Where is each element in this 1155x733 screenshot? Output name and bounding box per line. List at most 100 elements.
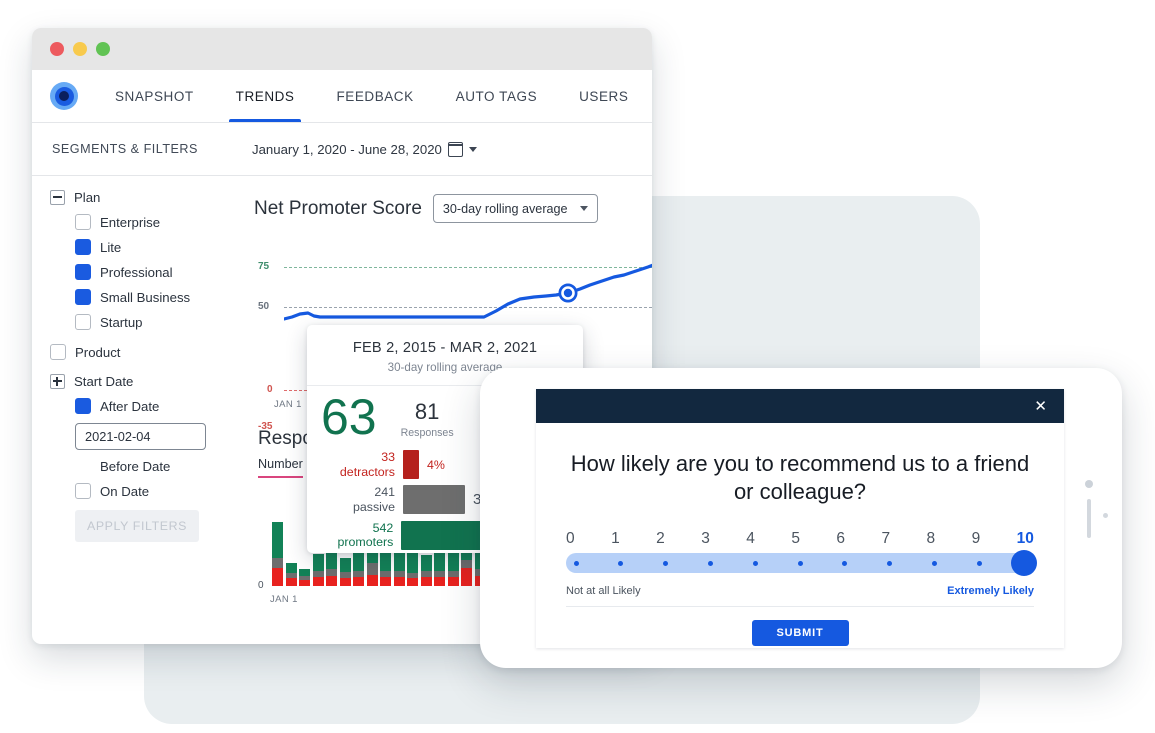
- filter-option-on-date[interactable]: On Date: [75, 483, 246, 499]
- scale-pip-5[interactable]: [797, 560, 803, 566]
- checkbox-lite[interactable]: [75, 239, 91, 255]
- response-bar: [312, 554, 324, 586]
- tooltip-promoters-label: 542 promoters: [321, 521, 394, 550]
- scale-number-9[interactable]: 9: [972, 530, 981, 548]
- scale-number-3[interactable]: 3: [701, 530, 710, 548]
- bar-segment-det: [353, 577, 364, 586]
- speaker-icon: [1087, 499, 1091, 538]
- filter-option-on-date-label: On Date: [100, 483, 150, 499]
- bar-segment-det: [312, 577, 324, 586]
- checkbox-enterprise[interactable]: [75, 214, 91, 230]
- survey-scale-track[interactable]: [566, 550, 1037, 577]
- tab-feedback[interactable]: FEEDBACK: [315, 70, 434, 122]
- segments-filters-title: SEGMENTS & FILTERS: [52, 142, 198, 156]
- bar-segment-pas: [366, 563, 378, 575]
- maximize-window-button[interactable]: [96, 42, 110, 56]
- checkbox-professional[interactable]: [75, 264, 91, 280]
- tooltip-responses-value: 81: [414, 399, 440, 424]
- tab-feedback-label: FEEDBACK: [336, 88, 414, 104]
- responses-chart-subtitle: Number: [258, 457, 303, 478]
- scale-pip-6[interactable]: [842, 560, 848, 566]
- filter-option-enterprise[interactable]: Enterprise: [75, 214, 246, 230]
- tooltip-detractors-name: detractors: [339, 464, 395, 479]
- scale-pip-1[interactable]: [618, 560, 624, 566]
- apply-filters-button[interactable]: APPLY FILTERS: [75, 510, 199, 542]
- scale-pip-7[interactable]: [887, 560, 893, 566]
- checkbox-startup[interactable]: [75, 314, 91, 330]
- start-date-input[interactable]: 2021-02-04: [75, 423, 206, 450]
- checkbox-small-business[interactable]: [75, 289, 91, 305]
- bar-segment-det: [447, 577, 459, 586]
- scale-pip-2[interactable]: [663, 560, 669, 566]
- close-window-button[interactable]: [50, 42, 64, 56]
- tab-trends[interactable]: TRENDS: [215, 70, 316, 122]
- rolling-average-select[interactable]: 30-day rolling average: [432, 194, 598, 223]
- tab-auto-tags[interactable]: AUTO TAGS: [435, 70, 558, 122]
- survey-scale-numbers: 0 1 2 3 4 5 6 7 8 9 10: [566, 530, 1034, 548]
- tab-snapshot-label: SNAPSHOT: [115, 88, 194, 104]
- tab-snapshot[interactable]: SNAPSHOT: [94, 70, 215, 122]
- filter-option-lite-label: Lite: [100, 239, 122, 255]
- expand-plus-icon[interactable]: [50, 374, 65, 389]
- filter-option-professional[interactable]: Professional: [75, 264, 246, 280]
- bar-segment-det: [366, 575, 378, 586]
- checkbox-after-date[interactable]: [75, 398, 91, 414]
- response-bar: [272, 522, 283, 586]
- scale-pip-8[interactable]: [931, 560, 937, 566]
- bar-segment-pas: [326, 569, 337, 576]
- filter-option-after-date[interactable]: After Date: [75, 398, 246, 414]
- scale-pip-9[interactable]: [976, 560, 982, 566]
- tooltip-detractors-count: 33: [381, 450, 395, 464]
- nps-chart-title: Net Promoter Score: [254, 197, 422, 219]
- scale-selected-knob[interactable]: [1011, 550, 1037, 577]
- submit-button[interactable]: SUBMIT: [751, 620, 849, 647]
- scale-number-8[interactable]: 8: [927, 530, 936, 548]
- checkbox-product[interactable]: [50, 344, 66, 360]
- filter-group-start-date-label: Start Date: [74, 374, 134, 389]
- filter-group-start-date[interactable]: Start Date: [50, 374, 246, 389]
- scale-pip-0[interactable]: [573, 560, 579, 566]
- bar-segment-det: [393, 577, 405, 586]
- scale-pip-4[interactable]: [752, 560, 758, 566]
- response-bar: [353, 553, 364, 586]
- tooltip-detractors-bar: [403, 450, 419, 480]
- nps-chart-header: Net Promoter Score 30-day rolling averag…: [254, 194, 652, 223]
- scale-pip-3[interactable]: [707, 560, 713, 566]
- tooltip-nps-score: 63: [321, 389, 377, 445]
- y-axis-tick-50: 50: [258, 301, 270, 312]
- bar-segment-pro: [312, 554, 324, 571]
- bar-segment-det: [420, 577, 432, 586]
- scale-number-6[interactable]: 6: [836, 530, 845, 548]
- close-icon[interactable]: ✕: [1034, 399, 1047, 414]
- checkbox-on-date[interactable]: [75, 483, 91, 499]
- tooltip-passive-count: 241: [374, 485, 395, 500]
- scale-number-2[interactable]: 2: [656, 530, 665, 548]
- scale-number-5[interactable]: 5: [791, 530, 800, 548]
- date-range-label: January 1, 2020 - June 28, 2020: [252, 141, 442, 157]
- tab-users[interactable]: USERS: [558, 70, 649, 122]
- scale-number-1[interactable]: 1: [611, 530, 620, 548]
- bar-segment-det: [285, 578, 297, 586]
- filter-option-startup[interactable]: Startup: [75, 314, 246, 330]
- tooltip-date-range: FEB 2, 2015 - MAR 2, 2021: [352, 340, 538, 356]
- bar-segment-pro: [285, 563, 297, 573]
- tooltip-passive-label: 241 passive: [321, 485, 395, 514]
- y-axis-tick-75: 75: [258, 261, 270, 272]
- filter-option-lite[interactable]: Lite: [75, 239, 246, 255]
- filter-option-small-business[interactable]: Small Business: [75, 289, 246, 305]
- scale-number-10[interactable]: 10: [1017, 530, 1034, 548]
- scale-number-7[interactable]: 7: [881, 530, 890, 548]
- chevron-down-icon: [579, 206, 588, 211]
- bar-segment-pas: [272, 558, 283, 568]
- tab-users-label: USERS: [579, 88, 629, 104]
- scale-number-4[interactable]: 4: [746, 530, 755, 548]
- response-bar: [420, 555, 432, 586]
- response-bar: [299, 569, 310, 586]
- filter-group-plan[interactable]: Plan: [50, 190, 246, 205]
- minimize-window-button[interactable]: [73, 42, 87, 56]
- scale-number-0[interactable]: 0: [566, 530, 575, 548]
- filter-group-product[interactable]: Product: [50, 344, 246, 360]
- bar-segment-pro: [393, 551, 405, 571]
- collapse-minus-icon[interactable]: [50, 190, 65, 205]
- date-range-picker[interactable]: January 1, 2020 - June 28, 2020: [252, 141, 477, 157]
